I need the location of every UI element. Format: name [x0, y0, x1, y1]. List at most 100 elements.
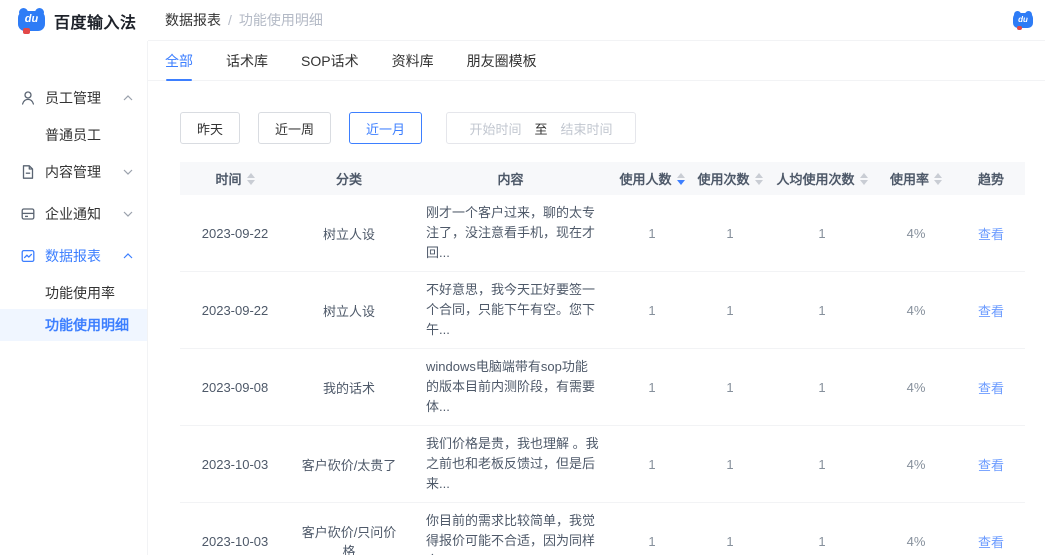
- column-label: 时间: [215, 169, 241, 188]
- notice-icon: [20, 206, 36, 222]
- logo-monogram: du: [18, 13, 45, 25]
- user-icon: [20, 90, 36, 106]
- cell-users: 1: [613, 272, 691, 349]
- date-range-separator: 至: [535, 119, 548, 138]
- view-link[interactable]: 查看: [978, 535, 1004, 550]
- mini-logo-monogram: du: [1013, 15, 1033, 24]
- breadcrumb-current: 功能使用明细: [239, 10, 323, 30]
- sidebar-item-label: 数据报表: [45, 246, 123, 266]
- filter-last-week-button[interactable]: 近一周: [258, 112, 331, 144]
- column-label: 人均使用次数: [776, 169, 854, 188]
- tab-all[interactable]: 全部: [165, 41, 193, 81]
- column-header-times[interactable]: 使用次数: [691, 162, 769, 195]
- view-link[interactable]: 查看: [978, 458, 1004, 473]
- sort-icon[interactable]: [860, 173, 868, 185]
- breadcrumb: 数据报表 / 功能使用明细: [165, 10, 323, 30]
- chevron-up-icon: [123, 95, 133, 101]
- breadcrumb-section[interactable]: 数据报表: [165, 10, 221, 30]
- cell-times: 1: [691, 195, 769, 272]
- table-row: 2023-09-08 我的话术 windows电脑端带有sop功能的版本目前内测…: [180, 349, 1025, 426]
- cell-times: 1: [691, 272, 769, 349]
- cell-users: 1: [613, 503, 691, 555]
- view-link[interactable]: 查看: [978, 227, 1004, 242]
- cell-times: 1: [691, 349, 769, 426]
- chevron-up-icon: [123, 253, 133, 259]
- column-label: 使用次数: [697, 169, 749, 188]
- sidebar-subitem-label: 功能使用率: [45, 283, 115, 303]
- cell-time: 2023-10-03: [180, 426, 290, 503]
- sidebar-subitem-label: 功能使用明细: [45, 315, 129, 335]
- report-icon: [20, 248, 36, 264]
- logo-tongue: [23, 28, 30, 34]
- sidebar-item-regular-employee[interactable]: 普通员工: [0, 119, 147, 151]
- date-range-picker[interactable]: 开始时间 至 结束时间: [446, 112, 636, 144]
- filter-bar: 昨天 近一周 近一月 开始时间 至 结束时间: [180, 112, 1025, 144]
- sort-icon[interactable]: [755, 173, 763, 185]
- cell-trend: 查看: [957, 426, 1025, 503]
- column-label: 趋势: [978, 169, 1004, 188]
- view-link[interactable]: 查看: [978, 381, 1004, 396]
- cell-rate: 4%: [875, 426, 957, 503]
- cell-users: 1: [613, 349, 691, 426]
- cell-category: 我的话术: [290, 349, 408, 426]
- tab-bar: 全部 话术库 SOP话术 资料库 朋友圈模板: [148, 41, 1045, 81]
- tab-sop-script[interactable]: SOP话术: [301, 41, 359, 81]
- app-window: du 百度输入法 数据报表 / 功能使用明细 du: [0, 0, 1045, 555]
- cell-avg: 1: [769, 503, 875, 555]
- sidebar-item-enterprise-notice[interactable]: 企业通知: [0, 193, 147, 235]
- baidu-bear-mini-icon[interactable]: du: [1013, 13, 1033, 28]
- cell-category: 树立人设: [290, 272, 408, 349]
- cell-times: 1: [691, 426, 769, 503]
- cell-users: 1: [613, 195, 691, 272]
- sidebar-item-data-report[interactable]: 数据报表: [0, 235, 147, 277]
- sidebar-item-label: 内容管理: [45, 162, 123, 182]
- tab-moments-template[interactable]: 朋友圈模板: [467, 41, 537, 81]
- column-header-avg-times[interactable]: 人均使用次数: [769, 162, 875, 195]
- main-area: 全部 话术库 SOP话术 资料库 朋友圈模板 昨天 近一周 近一月 开始时间 至…: [148, 41, 1045, 555]
- chevron-down-icon: [123, 211, 133, 217]
- sidebar-item-feature-usage-detail[interactable]: 功能使用明细: [0, 309, 147, 341]
- column-header-time[interactable]: 时间: [180, 162, 290, 195]
- sidebar-subitem-label: 普通员工: [45, 125, 101, 145]
- cell-rate: 4%: [875, 503, 957, 555]
- sort-icon[interactable]: [247, 173, 255, 185]
- cell-category: 客户砍价/太贵了: [290, 426, 408, 503]
- sidebar-item-feature-usage-rate[interactable]: 功能使用率: [0, 277, 147, 309]
- cell-content: 你目前的需求比较简单，我觉得报价可能不合适，因为同样产...: [408, 503, 613, 555]
- cell-trend: 查看: [957, 503, 1025, 555]
- usage-detail-table: 时间 分类 内容 使用人数 使用次数 人均使用次数 使用率 趋势 2023-09: [180, 162, 1025, 555]
- sidebar-item-content-management[interactable]: 内容管理: [0, 151, 147, 193]
- app-name: 百度输入法: [54, 9, 137, 33]
- cell-rate: 4%: [875, 272, 957, 349]
- column-label: 内容: [497, 169, 523, 188]
- table-header-row: 时间 分类 内容 使用人数 使用次数 人均使用次数 使用率 趋势: [180, 162, 1025, 195]
- start-date-placeholder[interactable]: 开始时间: [470, 119, 522, 138]
- table-row: 2023-09-22 树立人设 不好意思，我今天正好要签一个合同，只能下午有空。…: [180, 272, 1025, 349]
- table-row: 2023-10-03 客户砍价/太贵了 我们价格是贵，我也理解 。我之前也和老板…: [180, 426, 1025, 503]
- cell-category: 客户砍价/只问价格: [290, 503, 408, 555]
- column-label: 分类: [336, 169, 362, 188]
- filter-yesterday-button[interactable]: 昨天: [180, 112, 240, 144]
- cell-avg: 1: [769, 272, 875, 349]
- sidebar-item-label: 企业通知: [45, 204, 123, 224]
- cell-trend: 查看: [957, 272, 1025, 349]
- column-header-users[interactable]: 使用人数: [613, 162, 691, 195]
- baidu-bear-logo-icon: du: [18, 11, 45, 31]
- top-bar: du 百度输入法 数据报表 / 功能使用明细 du: [0, 0, 1045, 41]
- sort-icon-active-desc[interactable]: [677, 173, 685, 185]
- tab-material-library[interactable]: 资料库: [392, 41, 434, 81]
- cell-avg: 1: [769, 426, 875, 503]
- cell-content: windows电脑端带有sop功能的版本目前内测阶段，有需要体...: [408, 349, 613, 426]
- sidebar-item-employee-management[interactable]: 员工管理: [0, 77, 147, 119]
- sort-icon[interactable]: [934, 173, 942, 185]
- brand-logo: du 百度输入法: [0, 0, 148, 41]
- tab-script-library[interactable]: 话术库: [226, 41, 268, 81]
- cell-users: 1: [613, 426, 691, 503]
- column-label: 使用率: [890, 169, 929, 188]
- column-header-usage-rate[interactable]: 使用率: [875, 162, 957, 195]
- view-link[interactable]: 查看: [978, 304, 1004, 319]
- end-date-placeholder[interactable]: 结束时间: [561, 119, 613, 138]
- filter-last-month-button[interactable]: 近一月: [349, 112, 422, 144]
- cell-category: 树立人设: [290, 195, 408, 272]
- table-row: 2023-10-03 客户砍价/只问价格 你目前的需求比较简单，我觉得报价可能不…: [180, 503, 1025, 555]
